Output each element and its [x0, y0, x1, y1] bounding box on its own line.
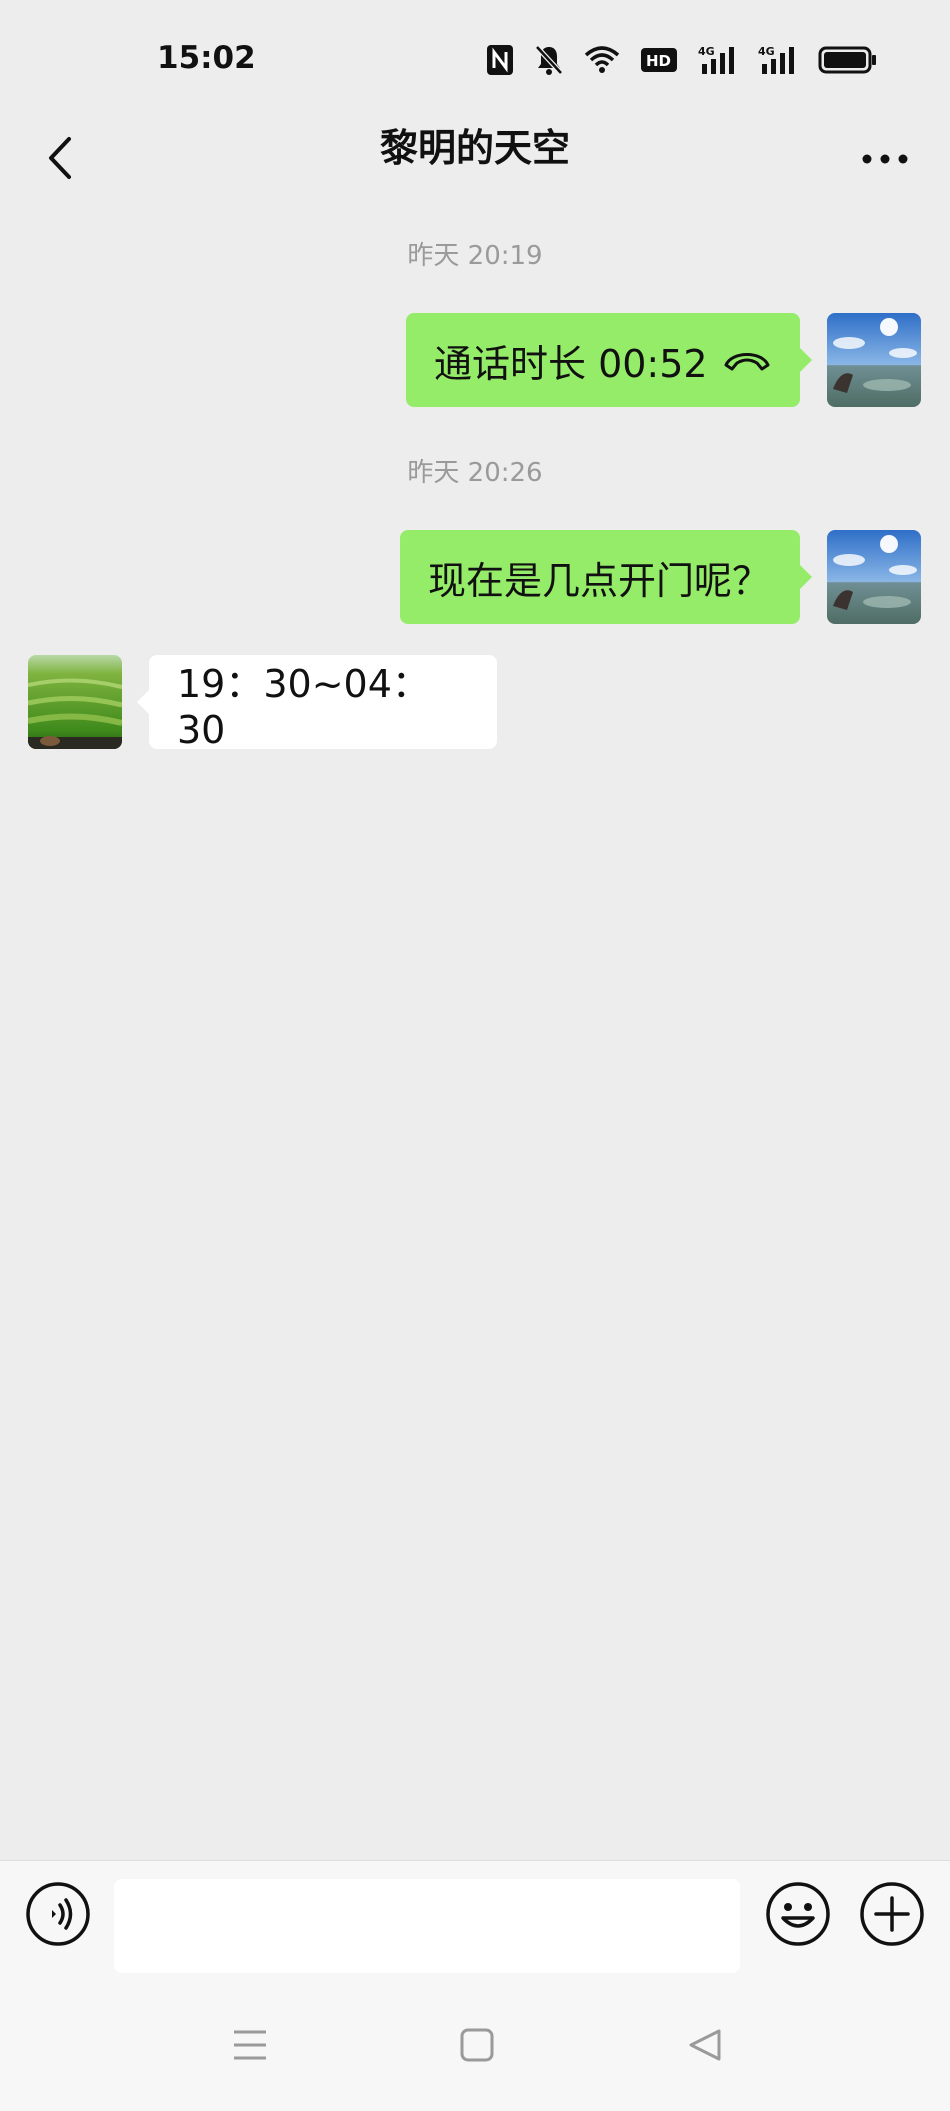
voice-button[interactable]: [24, 1880, 92, 1948]
contact-avatar[interactable]: [28, 655, 122, 749]
4g-signal-icon: 4G: [698, 44, 738, 76]
my-avatar[interactable]: [827, 530, 921, 624]
voice-icon: [26, 1882, 90, 1946]
call-duration-bubble[interactable]: 通话时长 00:52: [406, 313, 812, 407]
back-triangle-icon: [689, 2029, 721, 2061]
my-avatar[interactable]: [827, 313, 921, 407]
input-bar: [0, 1860, 950, 1976]
message-input[interactable]: [114, 1879, 740, 1973]
status-time: 15:02: [157, 40, 256, 76]
battery-icon: [818, 45, 878, 75]
message-timestamp: 昨天 20:19: [407, 241, 543, 271]
plus-icon: [860, 1882, 924, 1946]
home-button[interactable]: [447, 2015, 507, 2075]
emoji-button[interactable]: [764, 1880, 832, 1948]
message-bubble[interactable]: 19：30~04：30: [137, 655, 497, 752]
message-text: 19：30~04：30: [177, 661, 430, 752]
message-timestamp: 昨天 20:26: [407, 458, 543, 488]
phone-hangup-icon: [724, 353, 770, 371]
more-functions-button[interactable]: [858, 1880, 926, 1948]
message-text: 现在是几点开门呢？: [428, 558, 771, 603]
status-bar: 15:02 HD 4G 4G: [0, 0, 950, 120]
mute-bell-icon: [534, 44, 564, 76]
chevron-left-icon: [49, 137, 71, 179]
message-bubble[interactable]: 现在是几点开门呢？: [400, 530, 812, 624]
4g-signal-icon: 4G: [758, 44, 798, 76]
svg-text:HD: HD: [646, 52, 671, 70]
menu-icon: [234, 2030, 266, 2060]
system-back-button[interactable]: [675, 2015, 735, 2075]
hd-icon: HD: [640, 46, 678, 74]
system-navigation-bar: [0, 1975, 950, 2111]
status-icons: HD 4G 4G: [486, 42, 878, 78]
call-duration-text: 通话时长 00:52: [434, 341, 708, 386]
chat-header: 黎明的天空: [0, 120, 950, 206]
recent-apps-button[interactable]: [220, 2015, 280, 2075]
back-button[interactable]: [30, 128, 90, 188]
emoji-icon: [766, 1882, 830, 1946]
message-list[interactable]: 昨天 20:19 通话时长 00:52 昨天 20:26 现在是几点开门呢？ 1…: [0, 205, 950, 1860]
svg-text:4G: 4G: [758, 45, 775, 58]
nfc-icon: [486, 44, 514, 76]
wifi-icon: [584, 45, 620, 75]
home-icon: [460, 2028, 494, 2062]
svg-text:4G: 4G: [698, 45, 715, 58]
more-dots-icon: [862, 154, 908, 164]
chat-title: 黎明的天空: [379, 126, 570, 170]
more-options-button[interactable]: [850, 134, 920, 184]
